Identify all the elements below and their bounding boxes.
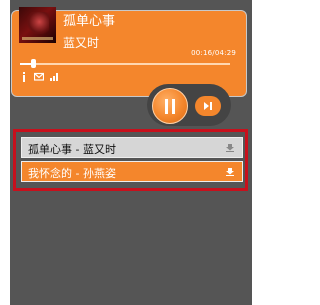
next-button[interactable] xyxy=(195,96,221,116)
download-icon[interactable] xyxy=(226,168,234,176)
track-title: 孤单心事 xyxy=(63,14,116,29)
pause-icon xyxy=(165,99,168,114)
playlist-item[interactable]: 我怀念的 - 孙燕姿 xyxy=(21,161,243,182)
playlist-item-label: 孤单心事 - 蓝又时 xyxy=(28,143,116,156)
time-readout: 00:16/04:29 xyxy=(191,49,236,57)
next-icon xyxy=(204,102,212,110)
info-icon[interactable] xyxy=(22,72,26,82)
pause-button[interactable] xyxy=(152,88,188,124)
playlist-item[interactable]: 孤单心事 - 蓝又时 xyxy=(21,137,243,158)
album-art xyxy=(19,7,56,43)
pause-icon-bar xyxy=(172,99,175,114)
artist-name: 蓝又时 xyxy=(63,36,100,50)
mail-icon[interactable] xyxy=(34,72,44,81)
signal-icon[interactable] xyxy=(50,72,59,81)
playlist-item-label: 我怀念的 - 孙燕姿 xyxy=(28,167,116,180)
progress-thumb[interactable] xyxy=(30,59,36,68)
download-icon[interactable] xyxy=(226,144,234,152)
progress-bar[interactable] xyxy=(20,59,230,68)
